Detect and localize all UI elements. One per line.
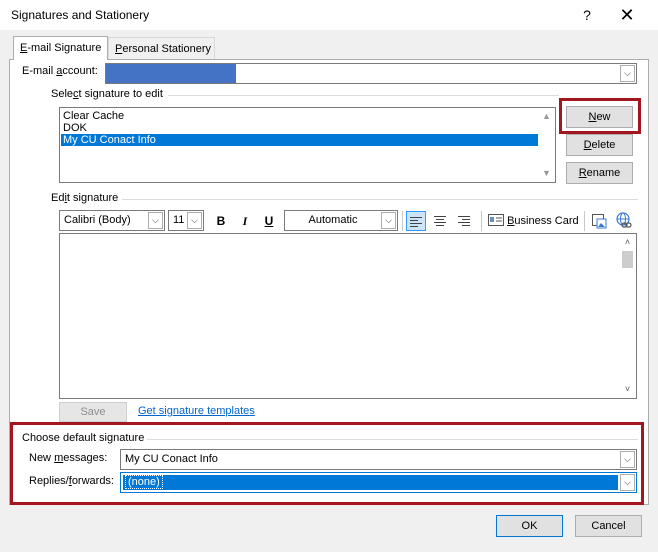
chevron-down-icon[interactable]: ⌵ — [187, 212, 202, 229]
save-button[interactable]: Save — [59, 402, 127, 422]
ok-button[interactable]: OK — [496, 515, 563, 537]
insert-picture-icon[interactable] — [591, 212, 609, 230]
toolbar-separator — [481, 211, 482, 231]
business-card-button[interactable]: Business Card — [488, 211, 580, 231]
chevron-down-icon[interactable]: ⌵ — [620, 65, 635, 82]
chevron-up-icon[interactable]: ▲ — [538, 108, 555, 125]
font-size-dropdown[interactable]: 11 ⌵ — [168, 210, 204, 231]
hyperlink-icon[interactable] — [615, 212, 633, 230]
align-right-icon[interactable] — [454, 211, 474, 231]
tab-email-signature[interactable]: E-mail Signature — [13, 36, 108, 60]
signature-editor[interactable]: ˄ ˅ — [59, 233, 637, 399]
italic-button[interactable]: I — [236, 211, 254, 231]
list-item[interactable]: Clear Cache — [61, 110, 539, 122]
group-divider — [168, 95, 559, 96]
title-bar: Signatures and Stationery ? ✕ — [0, 0, 658, 30]
align-center-icon[interactable] — [430, 211, 450, 231]
redacted-account — [106, 64, 236, 83]
scrollbar-thumb[interactable] — [622, 251, 633, 268]
signature-editor-scrollbar[interactable]: ˄ ˅ — [619, 234, 636, 398]
chevron-down-icon[interactable]: ⌵ — [381, 212, 396, 229]
get-signature-templates-link[interactable]: Get signature templates — [138, 405, 255, 417]
edit-signature-label: Edit signature — [51, 192, 119, 204]
email-account-label: E-mail account: — [22, 65, 98, 77]
help-button[interactable]: ? — [575, 4, 599, 26]
chevron-down-icon[interactable]: ▼ — [538, 165, 555, 182]
font-name-dropdown[interactable]: Calibri (Body) ⌵ — [59, 210, 165, 231]
chevron-up-icon[interactable]: ˄ — [619, 234, 636, 251]
align-left-icon[interactable] — [406, 211, 426, 231]
dialog-title: Signatures and Stationery — [11, 8, 150, 22]
new-button-highlight — [559, 98, 641, 134]
signatures-dialog: Signatures and Stationery ? ✕ E-mail Sig… — [0, 0, 658, 552]
cancel-button[interactable]: Cancel — [575, 515, 642, 537]
group-divider — [122, 199, 638, 200]
list-item[interactable]: My CU Conact Info — [61, 134, 539, 146]
close-button[interactable]: ✕ — [615, 4, 639, 26]
business-card-icon — [488, 214, 504, 226]
tab-personal-stationery[interactable]: Personal Stationery — [108, 37, 215, 59]
delete-button[interactable]: Delete — [566, 134, 633, 156]
underline-button[interactable]: U — [260, 211, 278, 231]
rename-button[interactable]: Rename — [566, 162, 633, 184]
signature-list-scrollbar[interactable]: ▲ ▼ — [538, 108, 555, 182]
list-item[interactable]: DOK — [61, 122, 539, 134]
chevron-down-icon[interactable]: ⌵ — [148, 212, 163, 229]
select-signature-label: Select signature to edit — [51, 88, 163, 100]
signature-list[interactable]: Clear Cache DOK My CU Conact Info ▲ ▼ — [59, 107, 556, 183]
email-account-dropdown[interactable]: ⌵ — [105, 63, 637, 84]
default-signature-highlight — [10, 422, 644, 505]
font-color-dropdown[interactable]: Automatic ⌵ — [284, 210, 398, 231]
toolbar-separator — [402, 211, 403, 231]
bold-button[interactable]: B — [212, 211, 230, 231]
toolbar-separator — [584, 211, 585, 231]
chevron-down-icon[interactable]: ˅ — [619, 381, 636, 398]
